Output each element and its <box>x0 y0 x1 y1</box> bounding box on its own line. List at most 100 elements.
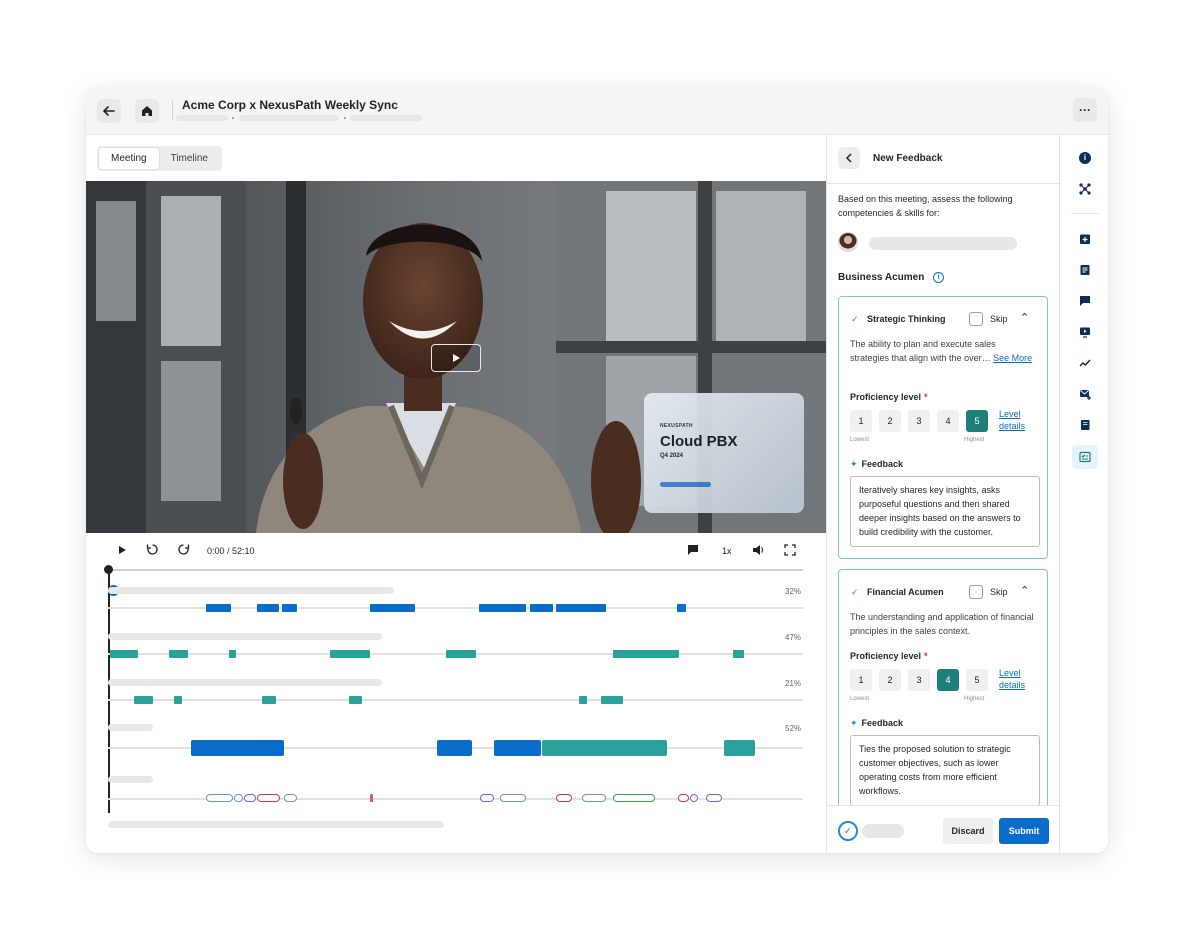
topic-marker[interactable] <box>206 794 233 802</box>
breadcrumb-placeholder <box>176 115 228 121</box>
talk-segment[interactable] <box>229 650 236 658</box>
talk-segment[interactable] <box>613 650 679 658</box>
rewind-icon[interactable] <box>146 543 159 556</box>
feedback-rail-button[interactable] <box>1072 445 1098 469</box>
topic-marker[interactable] <box>706 794 722 802</box>
talk-segment[interactable] <box>262 696 276 704</box>
document-icon <box>1080 265 1090 275</box>
topic-marker[interactable] <box>257 794 280 802</box>
info-rail-button[interactable]: i <box>1076 149 1094 167</box>
panel-footer: ✓ Discard Submit <box>827 805 1060 853</box>
talk-segment[interactable] <box>556 604 606 612</box>
level-5-button[interactable]: 5 <box>966 669 988 691</box>
topic-marker[interactable] <box>678 794 689 802</box>
info-icon[interactable]: i <box>933 272 945 283</box>
chevron-up-icon[interactable]: ⌃ <box>1020 311 1029 324</box>
level-details-link[interactable]: Level details <box>999 408 1035 432</box>
play-overlay-button[interactable] <box>431 344 481 372</box>
more-button[interactable]: ··· <box>1073 98 1097 122</box>
talk-segment[interactable] <box>724 740 755 756</box>
tab-timeline[interactable]: Timeline <box>159 148 220 169</box>
feedback-textarea[interactable]: Ties the proposed solution to strategic … <box>850 735 1040 806</box>
topic-marker[interactable] <box>500 794 526 802</box>
feedback-label-text: Feedback <box>861 459 904 469</box>
forward-icon[interactable] <box>177 543 190 556</box>
topic-marker[interactable] <box>582 794 606 802</box>
talk-segment[interactable] <box>494 740 541 756</box>
comment-icon[interactable] <box>687 544 699 556</box>
video-player[interactable]: NEXUSPATH Cloud PBX Q4 2024 <box>86 181 826 533</box>
status-placeholder <box>862 824 904 838</box>
topic-marker[interactable] <box>234 794 243 802</box>
talk-segment[interactable] <box>206 604 231 612</box>
talk-segment[interactable] <box>479 604 526 612</box>
check-icon: ✓ <box>851 314 859 324</box>
level-4-button[interactable]: 4 <box>937 669 959 691</box>
home-button[interactable] <box>135 99 159 123</box>
talk-segment[interactable] <box>174 696 182 704</box>
presentation-rail-button[interactable] <box>1076 323 1094 341</box>
level-2-button[interactable]: 2 <box>879 410 901 432</box>
topic-marker[interactable] <box>556 794 572 802</box>
level-details-link[interactable]: Level details <box>999 667 1035 691</box>
back-button[interactable] <box>97 99 121 123</box>
email-rail-button[interactable] <box>1076 385 1094 403</box>
level-2-button[interactable]: 2 <box>879 669 901 691</box>
home-icon <box>142 106 152 116</box>
fullscreen-icon[interactable] <box>784 544 796 556</box>
event-marker[interactable] <box>370 794 373 802</box>
talk-segment[interactable] <box>169 650 188 658</box>
talk-segment[interactable] <box>542 740 667 756</box>
talk-segment[interactable] <box>446 650 476 658</box>
trends-rail-button[interactable] <box>1076 354 1094 372</box>
scrubber-track[interactable] <box>108 569 803 571</box>
chevron-up-icon[interactable]: ⌃ <box>1020 584 1029 597</box>
talk-segment[interactable] <box>134 696 153 704</box>
comments-rail-button[interactable] <box>1076 292 1094 310</box>
topic-marker[interactable] <box>613 794 655 802</box>
sparkle-icon: ✦ <box>850 459 858 469</box>
topic-marker[interactable] <box>284 794 297 802</box>
level-5-button[interactable]: 5 <box>966 410 988 432</box>
playback-speed[interactable]: 1x <box>722 546 732 556</box>
volume-icon[interactable] <box>751 543 765 557</box>
discard-button[interactable]: Discard <box>943 818 993 844</box>
see-more-link[interactable]: See More <box>993 353 1032 363</box>
highest-label: Highest <box>964 696 985 702</box>
calendar-rail-button[interactable] <box>1076 230 1094 248</box>
feedback-textarea[interactable]: Iteratively shares key insights, asks pu… <box>850 476 1040 547</box>
skip-checkbox[interactable] <box>969 585 983 599</box>
talk-segment[interactable] <box>601 696 623 704</box>
network-rail-button[interactable] <box>1076 180 1094 198</box>
talk-segment[interactable] <box>257 604 279 612</box>
talk-segment[interactable] <box>330 650 370 658</box>
panel-back-button[interactable] <box>838 147 860 169</box>
talk-segment[interactable] <box>530 604 553 612</box>
talk-segment[interactable] <box>677 604 686 612</box>
talk-segment[interactable] <box>349 696 362 704</box>
level-4-button[interactable]: 4 <box>937 410 959 432</box>
proficiency-label: Proficiency level * <box>850 392 928 402</box>
talk-segment[interactable] <box>370 604 415 612</box>
topic-marker[interactable] <box>480 794 494 802</box>
tab-meeting[interactable]: Meeting <box>99 148 159 169</box>
skip-checkbox[interactable] <box>969 312 983 326</box>
level-1-button[interactable]: 1 <box>850 669 872 691</box>
talk-segment[interactable] <box>437 740 472 756</box>
talk-segment[interactable] <box>110 650 138 658</box>
meeting-timeline[interactable]: 32% 47% 21% 52% <box>86 565 826 853</box>
submit-button[interactable]: Submit <box>999 818 1049 844</box>
talk-segment[interactable] <box>191 740 284 756</box>
topic-marker[interactable] <box>690 794 698 802</box>
talk-segment[interactable] <box>733 650 744 658</box>
play-icon[interactable] <box>117 545 127 555</box>
notes-rail-button[interactable] <box>1076 261 1094 279</box>
topic-marker[interactable] <box>244 794 256 802</box>
level-3-button[interactable]: 3 <box>908 669 930 691</box>
talk-segment[interactable] <box>579 696 587 704</box>
playbook-rail-button[interactable] <box>1076 416 1094 434</box>
level-1-button[interactable]: 1 <box>850 410 872 432</box>
talk-segment[interactable] <box>282 604 297 612</box>
level-3-button[interactable]: 3 <box>908 410 930 432</box>
speaker-name-placeholder <box>108 679 382 686</box>
